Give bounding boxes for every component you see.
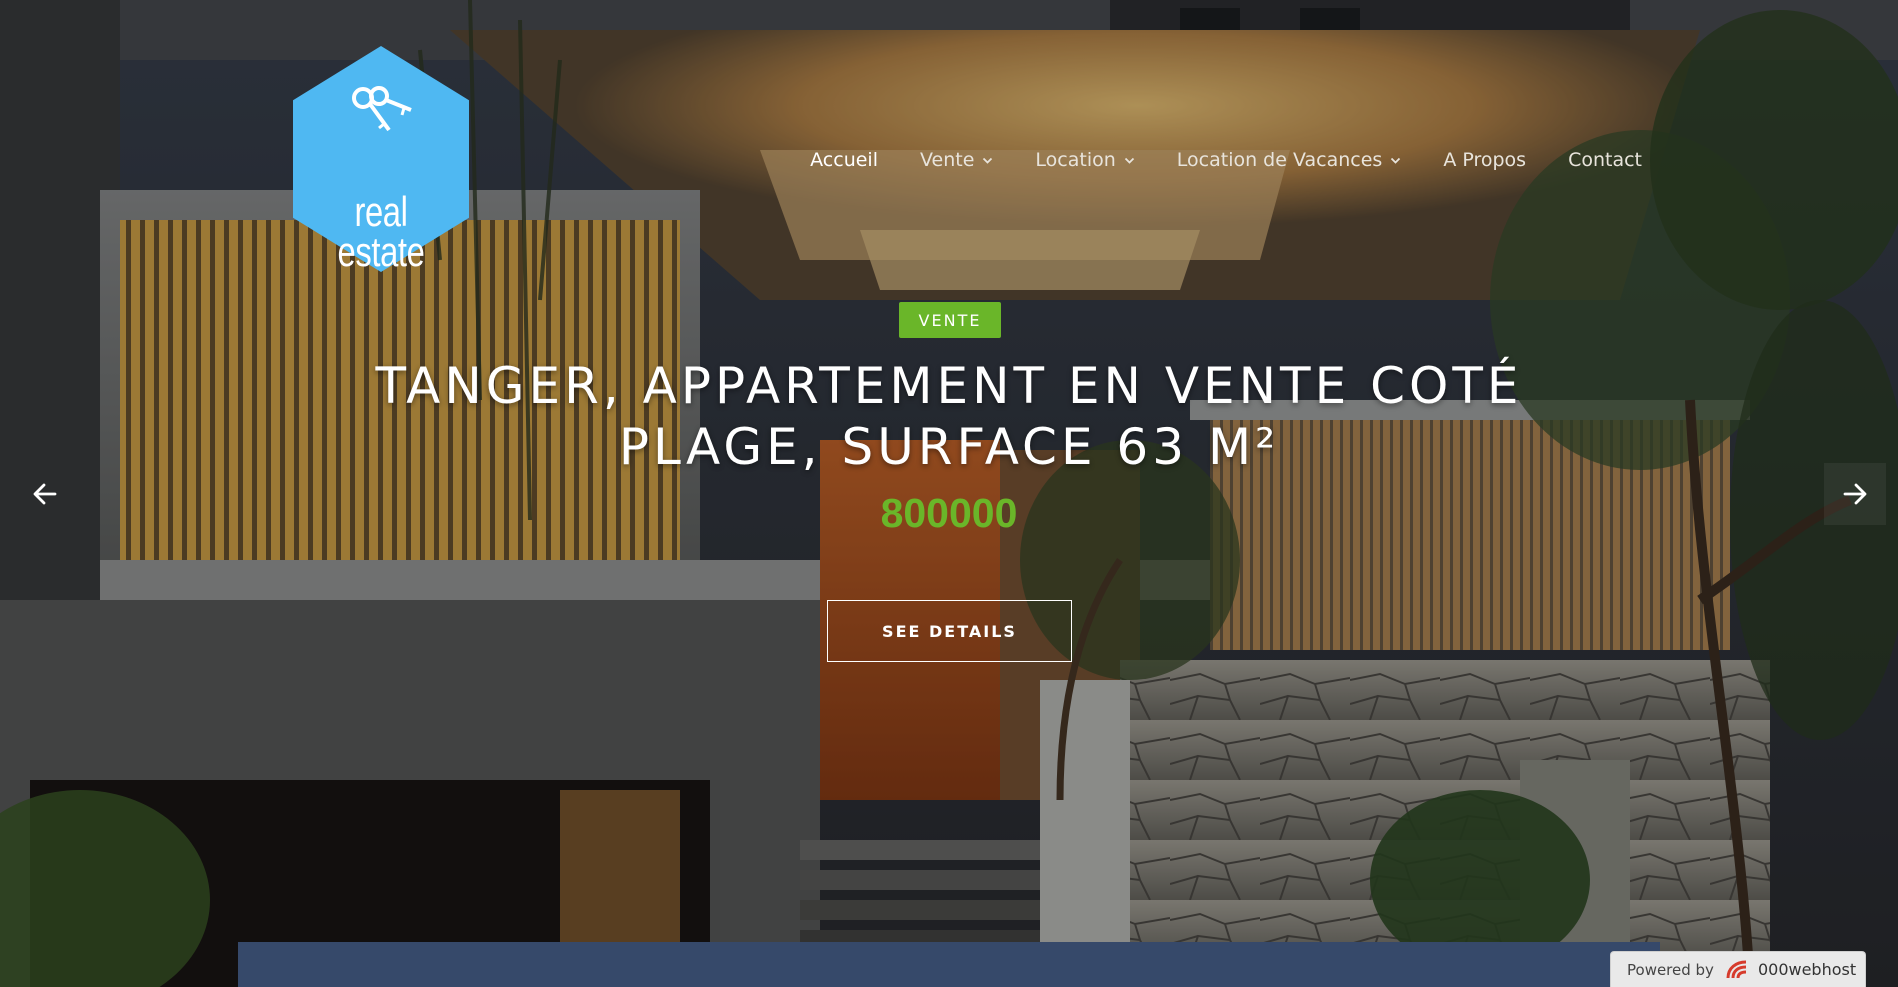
logo-text-line1: real [354, 188, 408, 235]
nav-item-location[interactable]: Location [1035, 149, 1134, 171]
main-navigation: Accueil Vente Location Location de Vacan… [768, 145, 1642, 175]
nav-item-label: Vente [920, 149, 975, 171]
chevron-down-icon [1124, 157, 1134, 164]
nav-item-location-de-vacances[interactable]: Location de Vacances [1177, 149, 1402, 171]
powered-by-label: Powered by [1627, 960, 1714, 979]
site-logo[interactable]: real estate [293, 46, 469, 275]
host-name: 000webhost [1757, 960, 1857, 979]
slide-title-line1: TANGER, APPARTEMENT EN VENTE COTÉ [375, 357, 1523, 415]
slide-title-line2: PLAGE, SURFACE 63 M² [618, 418, 1280, 476]
chevron-down-icon [983, 157, 993, 164]
nav-item-label: Contact [1568, 149, 1642, 171]
slider-next-button[interactable] [1824, 463, 1886, 525]
nav-item-accueil[interactable]: Accueil [810, 149, 878, 171]
see-details-button[interactable]: SEE DETAILS [827, 600, 1072, 662]
arrow-right-icon [1843, 483, 1867, 505]
slide-title[interactable]: TANGER, APPARTEMENT EN VENTE COTÉ PLAGE,… [330, 356, 1568, 478]
keys-icon [352, 86, 412, 132]
arrow-left-icon [33, 483, 57, 505]
nav-item-label: A Propos [1443, 149, 1527, 171]
slider-prev-button[interactable] [14, 463, 76, 525]
webhost-logo-icon [1726, 960, 1747, 978]
logo-text-line2: estate [337, 228, 425, 275]
nav-item-label: Location de Vacances [1176, 149, 1383, 171]
listing-type-badge[interactable]: VENTE [899, 302, 1001, 338]
listing-price: 800000 [880, 490, 1018, 536]
hero-slider: real estate Accueil Vente Location Locat… [0, 0, 1898, 987]
nav-item-a-propos[interactable]: A Propos [1443, 149, 1526, 171]
chevron-down-icon [1391, 157, 1401, 164]
nav-item-contact[interactable]: Contact [1568, 149, 1642, 171]
nav-item-label: Location [1035, 149, 1116, 171]
search-panel-bar [238, 942, 1660, 987]
nav-item-vente[interactable]: Vente [920, 149, 993, 171]
powered-by-badge[interactable]: Powered by 000webhost [1610, 951, 1866, 987]
nav-item-label: Accueil [810, 149, 878, 171]
